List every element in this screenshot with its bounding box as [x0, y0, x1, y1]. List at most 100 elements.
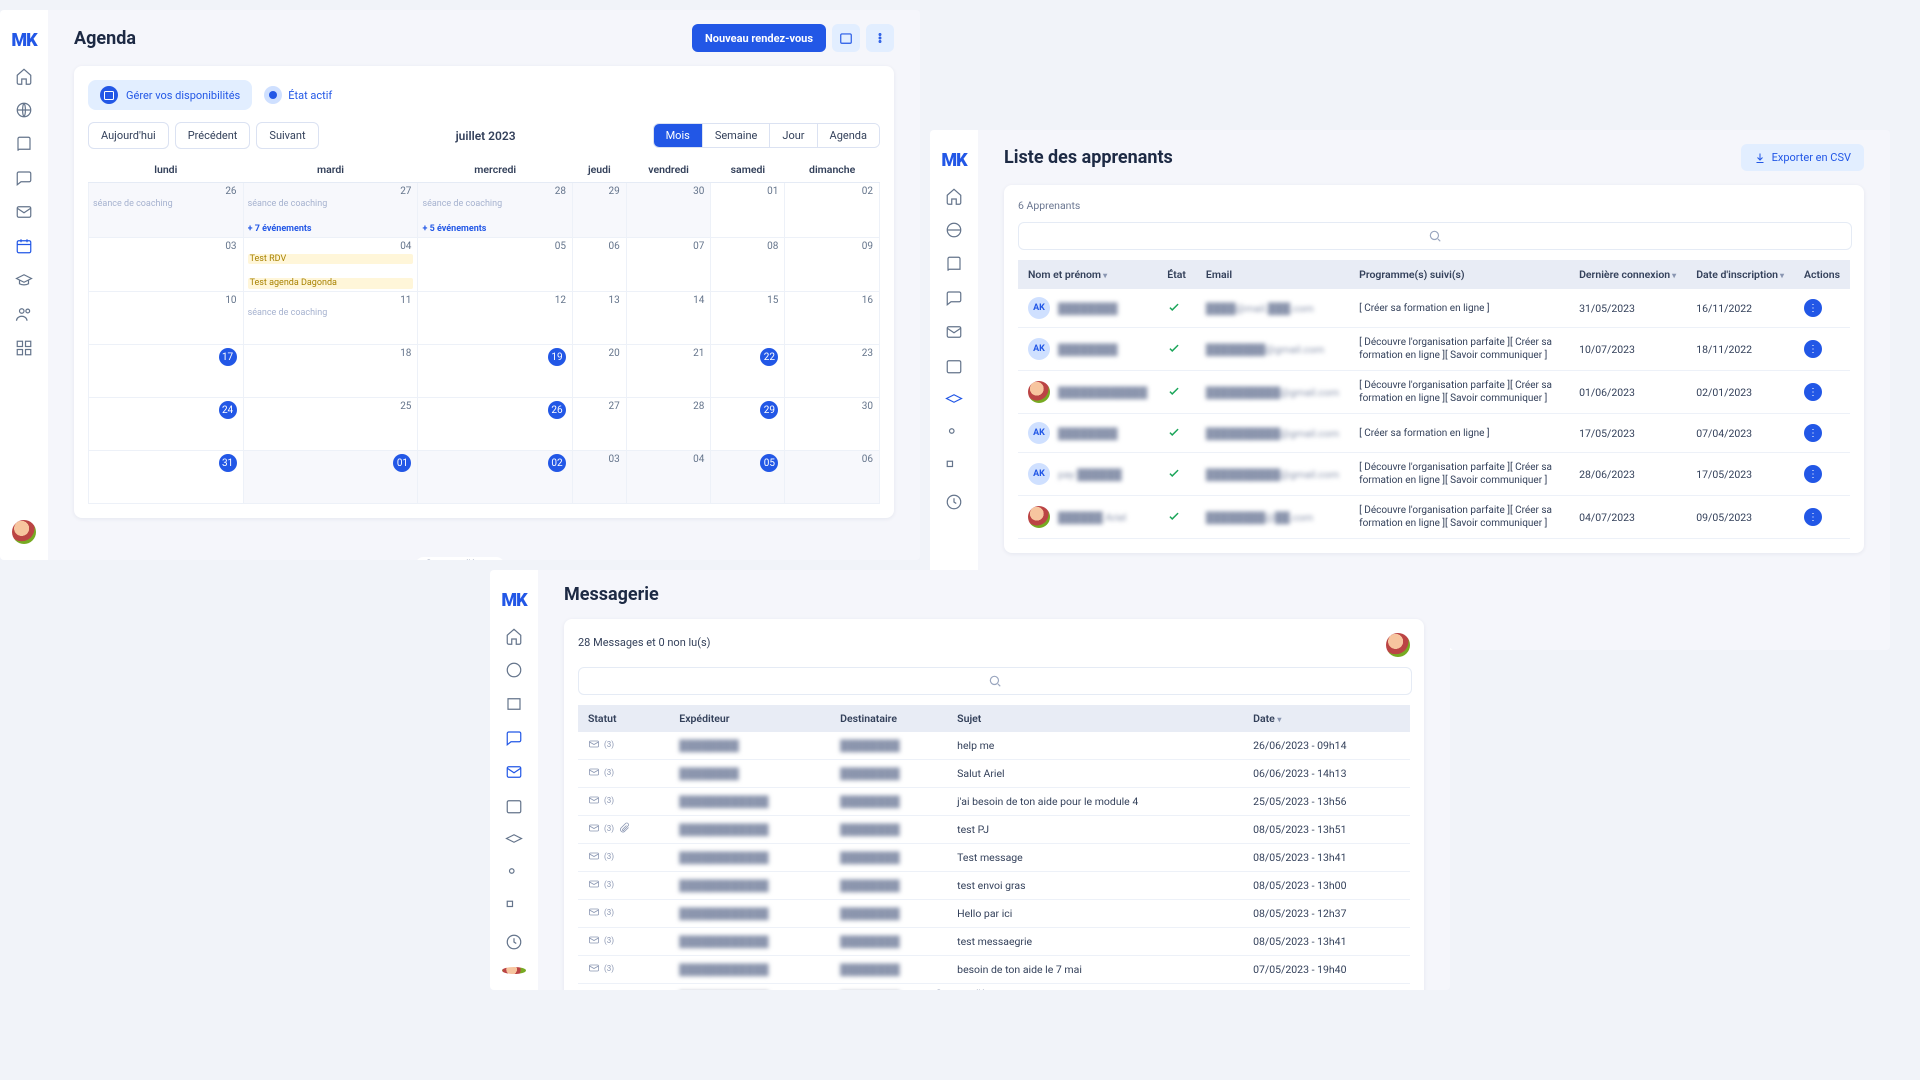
- mail-icon[interactable]: [505, 763, 523, 781]
- calendar-day[interactable]: 30: [785, 398, 880, 451]
- clock-icon[interactable]: [505, 933, 523, 951]
- calendar-day[interactable]: 06: [573, 237, 627, 292]
- mail-icon[interactable]: [945, 323, 963, 341]
- view-agenda[interactable]: Agenda: [818, 124, 879, 147]
- table-row[interactable]: (3)████████████████help me26/06/2023 - 0…: [578, 732, 1410, 760]
- calendar-day[interactable]: 28séance de coaching+ 5 événements: [418, 183, 573, 238]
- calendar-day[interactable]: 19: [418, 345, 573, 398]
- calendar-day[interactable]: 27séance de coaching+ 7 événements: [243, 183, 418, 238]
- calendar-day[interactable]: 13: [573, 292, 627, 345]
- chat-icon[interactable]: [15, 169, 33, 187]
- calendar-day[interactable]: 26séance de coaching: [89, 183, 244, 238]
- calendar-day[interactable]: 10: [89, 292, 244, 345]
- apps-icon[interactable]: [15, 339, 33, 357]
- calendar-icon[interactable]: [945, 357, 963, 375]
- table-row[interactable]: AK████████████████@gmail.com[ Découvre l…: [1018, 328, 1850, 371]
- info-button[interactable]: ⋮: [1804, 383, 1822, 401]
- table-row[interactable]: (3)████████████████Salut Ariel06/06/2023…: [578, 760, 1410, 788]
- calendar-day[interactable]: 24: [89, 398, 244, 451]
- manage-availability-button[interactable]: Gérer vos disponibilités: [88, 80, 252, 110]
- globe-icon[interactable]: [505, 661, 523, 679]
- search-input[interactable]: [578, 667, 1412, 695]
- calendar-day[interactable]: 31: [89, 451, 244, 504]
- calendar-event[interactable]: Test agenda Dagonda: [248, 278, 414, 289]
- calendar-day[interactable]: 01: [711, 183, 785, 238]
- table-row[interactable]: (3)████████████████████test envoi gras08…: [578, 872, 1410, 900]
- info-button[interactable]: ⋮: [1804, 340, 1822, 358]
- search-input[interactable]: [1018, 222, 1852, 250]
- new-appointment-button[interactable]: Nouveau rendez-vous: [692, 24, 826, 52]
- users-icon[interactable]: [505, 865, 523, 883]
- calendar-day[interactable]: 15: [711, 292, 785, 345]
- users-icon[interactable]: [945, 425, 963, 443]
- table-row[interactable]: (3)████████████████████j'ai besoin de to…: [578, 788, 1410, 816]
- calendar-day[interactable]: 27: [573, 398, 627, 451]
- calendar-day[interactable]: 11séance de coaching: [243, 292, 418, 345]
- calendar-day[interactable]: 06: [785, 451, 880, 504]
- apps-icon[interactable]: [945, 459, 963, 477]
- calendar-day[interactable]: 04Test RDVTest agenda Dagonda: [243, 237, 418, 292]
- book-icon[interactable]: [945, 255, 963, 273]
- view-month[interactable]: Mois: [654, 124, 703, 147]
- table-row[interactable]: (3)████████████████████Hello par ici08/0…: [578, 900, 1410, 928]
- calendar-day[interactable]: 26: [418, 398, 573, 451]
- calendar-day[interactable]: 23: [785, 345, 880, 398]
- grad-icon[interactable]: [15, 271, 33, 289]
- calendar-day[interactable]: 25: [243, 398, 418, 451]
- calendar-day[interactable]: 07: [626, 237, 711, 292]
- calendar-day[interactable]: 01: [243, 451, 418, 504]
- calendar-day[interactable]: 16: [785, 292, 880, 345]
- calendar-icon[interactable]: [15, 237, 33, 255]
- table-row[interactable]: AKpay ████████████████@gmail.com[ Découv…: [1018, 453, 1850, 496]
- grad-icon[interactable]: [505, 831, 523, 849]
- book-icon[interactable]: [505, 695, 523, 713]
- table-row[interactable]: (3)████████████████████test messaegrie08…: [578, 928, 1410, 956]
- calendar-day[interactable]: 29: [573, 183, 627, 238]
- menu-button[interactable]: [866, 24, 894, 52]
- calendar-day[interactable]: 28: [626, 398, 711, 451]
- calendar-day[interactable]: 14: [626, 292, 711, 345]
- table-row[interactable]: ██████ Ariel████████@██.com[ Découvre l'…: [1018, 496, 1850, 539]
- calendar-day[interactable]: 04: [626, 451, 711, 504]
- table-row[interactable]: ██████████████████████@gmail.com[ Découv…: [1018, 371, 1850, 414]
- next-button[interactable]: Suivant: [256, 122, 318, 149]
- avatar[interactable]: [1386, 633, 1410, 657]
- calendar-day[interactable]: 20: [573, 345, 627, 398]
- home-icon[interactable]: [15, 67, 33, 85]
- calendar-event[interactable]: séance de coaching: [422, 199, 568, 210]
- calendar-day[interactable]: 17: [89, 345, 244, 398]
- table-row[interactable]: (3)████████████████████besoin de ton aid…: [578, 956, 1410, 984]
- calendar-day[interactable]: 09: [785, 237, 880, 292]
- prev-button[interactable]: Précédent: [175, 122, 251, 149]
- grad-icon[interactable]: [945, 391, 963, 409]
- calendar-icon[interactable]: [505, 797, 523, 815]
- globe-icon[interactable]: [15, 101, 33, 119]
- calendar-day[interactable]: 03: [89, 237, 244, 292]
- calendar-day[interactable]: 18: [243, 345, 418, 398]
- today-button[interactable]: Aujourd'hui: [88, 122, 169, 149]
- calendar-event[interactable]: séance de coaching: [93, 199, 239, 210]
- calendar-day[interactable]: 03: [573, 451, 627, 504]
- chat-icon[interactable]: [945, 289, 963, 307]
- book-icon[interactable]: [15, 135, 33, 153]
- calendar-day[interactable]: 21: [626, 345, 711, 398]
- calendar-event[interactable]: séance de coaching: [248, 199, 414, 210]
- view-week[interactable]: Semaine: [703, 124, 771, 147]
- col-signup[interactable]: Date d'inscription▾: [1686, 260, 1794, 289]
- info-button[interactable]: ⋮: [1804, 424, 1822, 442]
- avatar[interactable]: [502, 967, 526, 974]
- calendar-day[interactable]: 30: [626, 183, 711, 238]
- calendar-day[interactable]: 29: [711, 398, 785, 451]
- home-icon[interactable]: [945, 187, 963, 205]
- calendar-day[interactable]: 05: [711, 451, 785, 504]
- calendar-event[interactable]: séance de coaching: [248, 308, 414, 319]
- users-icon[interactable]: [15, 305, 33, 323]
- info-button[interactable]: ⋮: [1804, 508, 1822, 526]
- table-row[interactable]: AK████████████@mail.███.com[ Créer sa fo…: [1018, 289, 1850, 328]
- mail-icon[interactable]: [15, 203, 33, 221]
- calendar-day[interactable]: 22: [711, 345, 785, 398]
- table-row[interactable]: (3)████████████████████Test message08/05…: [578, 844, 1410, 872]
- avatar[interactable]: [12, 520, 36, 544]
- table-row[interactable]: (3) ████████████████████test PJ08/05/202…: [578, 816, 1410, 844]
- calendar-day[interactable]: 05: [418, 237, 573, 292]
